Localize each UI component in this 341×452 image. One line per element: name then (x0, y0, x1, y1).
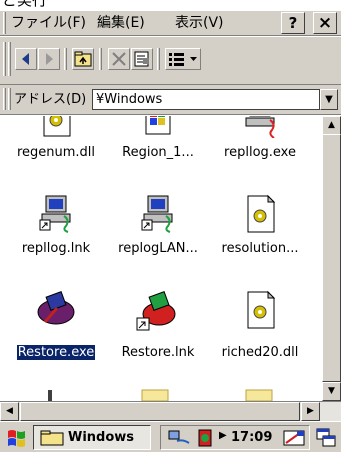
file-label: repllog.lnk (21, 241, 91, 256)
file-label: replogLAN... (118, 241, 198, 256)
file-label: repllog.exe (224, 145, 296, 160)
file-item[interactable]: replogLAN... (102, 194, 214, 294)
file-label: riched20.dll (221, 345, 299, 360)
address-input[interactable]: ¥Windows (92, 89, 320, 110)
desktop-switch-icon[interactable] (315, 427, 337, 449)
menu-file[interactable]: ファイル(F) (11, 14, 86, 32)
file-item[interactable]: repllog.exe (204, 116, 316, 198)
vertical-scrollbar[interactable]: ▲ ▼ (322, 116, 341, 401)
forward-button[interactable] (38, 48, 60, 70)
dll-gear-icon (247, 290, 276, 329)
horizontal-scrollbar[interactable]: ◀ ▶ (0, 401, 341, 421)
up-folder-button[interactable] (72, 48, 94, 70)
dll-gear-icon (247, 194, 276, 233)
file-item[interactable]: riched20.dll (204, 288, 316, 388)
menu-bar: ファイル(F) 編集(E) 表示(V) ? × (0, 10, 341, 36)
view-menu-button[interactable] (165, 48, 201, 70)
toolbar (0, 37, 341, 85)
forward-icon (46, 53, 53, 65)
toolbar-grip-2 (8, 42, 11, 76)
back-icon (18, 51, 34, 67)
folder-icon (40, 430, 64, 446)
restore-app-icon (37, 291, 75, 325)
horizontal-scroll-thumb[interactable] (20, 402, 300, 421)
arrow-up-icon: ▲ (328, 120, 335, 130)
delete-icon (112, 52, 126, 66)
chevron-down-icon: ▼ (325, 94, 333, 105)
scroll-up-button[interactable]: ▲ (322, 116, 341, 135)
arrow-left-icon: ◀ (6, 406, 13, 416)
address-label: アドレス(D) (14, 92, 87, 107)
partial-folder-icon (141, 389, 169, 401)
scroll-right-button[interactable]: ▶ (301, 402, 320, 421)
addressbar-grip[interactable] (3, 88, 6, 110)
help-button[interactable]: ? (281, 12, 305, 34)
file-item[interactable]: resolution... (204, 194, 316, 294)
file-list: regenum.dll Region_1... repllog.exe repl… (0, 116, 322, 401)
properties-button[interactable] (131, 48, 153, 70)
toolbar-separator (99, 48, 102, 70)
back-button[interactable] (15, 48, 37, 70)
scroll-down-button[interactable]: ▼ (322, 382, 341, 401)
menubar-grip[interactable] (3, 12, 6, 34)
partial-file-icon (48, 390, 52, 401)
tray-expand-icon[interactable]: ▶ (219, 430, 227, 441)
arrow-down-icon: ▼ (328, 386, 335, 396)
file-label: Restore.lnk (121, 345, 195, 360)
file-item[interactable]: Restore.exe (0, 288, 112, 388)
taskbar-window-button[interactable]: Windows (33, 425, 151, 450)
dll-gear-icon (43, 116, 71, 137)
restore-shortcut-icon (136, 291, 176, 331)
file-item[interactable]: repllog.lnk (0, 194, 112, 294)
clock[interactable]: 17:09 (231, 429, 272, 446)
scroll-left-button[interactable]: ◀ (0, 402, 19, 421)
file-label: resolution... (221, 241, 299, 256)
address-dropdown-button[interactable]: ▼ (320, 89, 338, 110)
menu-edit[interactable]: 編集(E) (97, 14, 145, 32)
file-label: Region_1... (122, 145, 194, 160)
addressbar-grip-2 (8, 88, 11, 110)
properties-icon (134, 51, 149, 67)
file-item[interactable]: regenum.dll (0, 116, 112, 198)
file-item[interactable]: Region_1... (102, 116, 214, 198)
partial-folder-icon (245, 389, 273, 401)
taskbar: Windows ▶ 17:09 (0, 421, 341, 452)
menu-view[interactable]: 表示(V) (175, 14, 224, 32)
connectivity-icon[interactable] (167, 429, 191, 447)
arrow-right-icon: ▶ (307, 406, 314, 416)
network-computer-icon (245, 116, 275, 138)
window-caption-remnant: ど実行 (0, 0, 341, 10)
toolbar-grip[interactable] (3, 42, 6, 76)
vertical-scroll-thumb[interactable] (322, 134, 341, 382)
computer-shortcut-icon (39, 195, 71, 233)
taskbar-window-label: Windows (68, 430, 135, 445)
address-bar: アドレス(D) ¥Windows ▼ (0, 85, 341, 115)
control-panel-icon (145, 116, 171, 135)
file-label: Restore.exe (15, 344, 97, 361)
file-item[interactable]: Restore.lnk (102, 288, 214, 388)
toolbar-separator (157, 48, 160, 70)
system-tray: ▶ 17:09 (160, 425, 310, 450)
windows-flag-icon[interactable] (6, 427, 28, 449)
computer-shortcut-icon (141, 195, 173, 233)
delete-button[interactable] (108, 48, 130, 70)
up-folder-icon (74, 51, 92, 67)
file-label: regenum.dll (16, 145, 96, 160)
toolbar-separator (64, 48, 67, 70)
close-button[interactable]: × (313, 12, 337, 34)
view-menu-icon (169, 53, 197, 66)
media-icon[interactable] (195, 428, 217, 448)
input-panel-icon[interactable] (282, 428, 306, 448)
caption-text: ど実行 (2, 0, 48, 9)
